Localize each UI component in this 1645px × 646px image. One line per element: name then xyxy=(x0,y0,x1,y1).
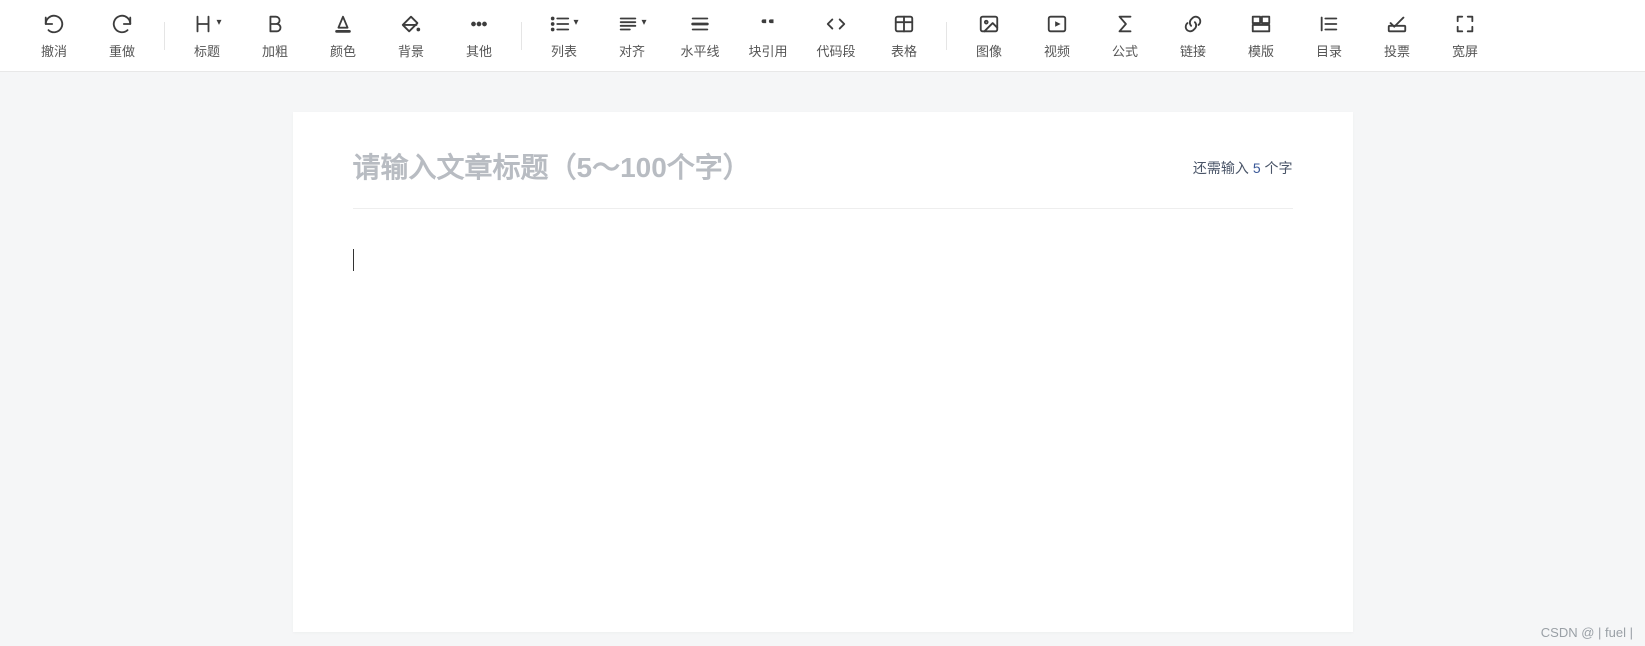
heading-button[interactable]: ▾ 标题 xyxy=(173,6,241,66)
hr-label: 水平线 xyxy=(680,41,719,60)
toc-button[interactable]: 目录 xyxy=(1295,6,1363,66)
fullscreen-label: 宽屏 xyxy=(1452,41,1478,60)
list-icon: ▾ xyxy=(549,11,578,37)
template-icon xyxy=(1250,11,1272,37)
list-button[interactable]: ▾ 列表 xyxy=(530,6,598,66)
table-icon xyxy=(893,11,915,37)
video-button[interactable]: 视频 xyxy=(1023,6,1091,66)
color-label: 颜色 xyxy=(330,41,356,60)
link-button[interactable]: 链接 xyxy=(1159,6,1227,66)
more-icon xyxy=(468,11,490,37)
toolbar-divider xyxy=(521,22,522,50)
hr-icon xyxy=(689,11,711,37)
bold-icon xyxy=(264,11,286,37)
editor-toolbar: 撤消 重做 ▾ 标题 加粗 颜色 背景 其他 ▾ 列表 ▾ 对齐 水平线 块引用 代码段 表格 图像 视频 公式 链接… xyxy=(0,0,1645,72)
redo-button[interactable]: 重做 xyxy=(88,6,156,66)
hr-button[interactable]: 水平线 xyxy=(666,6,734,66)
table-label: 表格 xyxy=(891,41,917,60)
editor-canvas: 还需输入 5 个字 xyxy=(293,112,1353,632)
heading-icon: ▾ xyxy=(192,11,221,37)
counter-number: 5 xyxy=(1253,160,1261,176)
title-char-counter: 还需输入 5 个字 xyxy=(1193,158,1293,178)
counter-prefix: 还需输入 xyxy=(1193,160,1253,176)
article-body-input[interactable] xyxy=(353,249,1293,449)
template-label: 模版 xyxy=(1248,41,1274,60)
other-button[interactable]: 其他 xyxy=(445,6,513,66)
code-label: 代码段 xyxy=(816,41,855,60)
paint-bucket-icon xyxy=(400,11,422,37)
align-button[interactable]: ▾ 对齐 xyxy=(598,6,666,66)
expand-icon xyxy=(1454,11,1476,37)
heading-label: 标题 xyxy=(194,41,220,60)
other-label: 其他 xyxy=(466,41,492,60)
fullscreen-button[interactable]: 宽屏 xyxy=(1431,6,1499,66)
video-label: 视频 xyxy=(1044,41,1070,60)
text-cursor xyxy=(353,249,354,271)
code-icon xyxy=(825,11,847,37)
toc-icon xyxy=(1318,11,1340,37)
vote-button[interactable]: 投票 xyxy=(1363,6,1431,66)
sigma-icon xyxy=(1114,11,1136,37)
redo-icon xyxy=(111,11,133,37)
undo-button[interactable]: 撤消 xyxy=(20,6,88,66)
vote-icon xyxy=(1386,11,1408,37)
title-row: 还需输入 5 个字 xyxy=(353,152,1293,209)
image-icon xyxy=(978,11,1000,37)
image-button[interactable]: 图像 xyxy=(955,6,1023,66)
formula-label: 公式 xyxy=(1112,41,1138,60)
article-title-input[interactable] xyxy=(353,152,1173,184)
image-label: 图像 xyxy=(976,41,1002,60)
toolbar-divider xyxy=(946,22,947,50)
quote-icon xyxy=(757,11,779,37)
redo-label: 重做 xyxy=(109,41,135,60)
bold-label: 加粗 xyxy=(262,41,288,60)
counter-suffix: 个字 xyxy=(1261,160,1293,176)
vote-label: 投票 xyxy=(1384,41,1410,60)
table-button[interactable]: 表格 xyxy=(870,6,938,66)
align-label: 对齐 xyxy=(619,41,645,60)
code-button[interactable]: 代码段 xyxy=(802,6,870,66)
editor-canvas-wrap: 还需输入 5 个字 xyxy=(0,72,1645,632)
toc-label: 目录 xyxy=(1316,41,1342,60)
align-icon: ▾ xyxy=(617,11,646,37)
color-button[interactable]: 颜色 xyxy=(309,6,377,66)
undo-icon xyxy=(43,11,65,37)
bg-label: 背景 xyxy=(398,41,424,60)
link-icon xyxy=(1182,11,1204,37)
toolbar-divider xyxy=(164,22,165,50)
formula-button[interactable]: 公式 xyxy=(1091,6,1159,66)
bg-button[interactable]: 背景 xyxy=(377,6,445,66)
list-label: 列表 xyxy=(551,41,577,60)
template-button[interactable]: 模版 xyxy=(1227,6,1295,66)
bold-button[interactable]: 加粗 xyxy=(241,6,309,66)
quote-label: 块引用 xyxy=(748,41,787,60)
undo-label: 撤消 xyxy=(41,41,67,60)
link-label: 链接 xyxy=(1180,41,1206,60)
quote-button[interactable]: 块引用 xyxy=(734,6,802,66)
watermark-text: CSDN @ | fuel | xyxy=(1541,625,1633,640)
font-color-icon xyxy=(332,11,354,37)
video-icon xyxy=(1046,11,1068,37)
